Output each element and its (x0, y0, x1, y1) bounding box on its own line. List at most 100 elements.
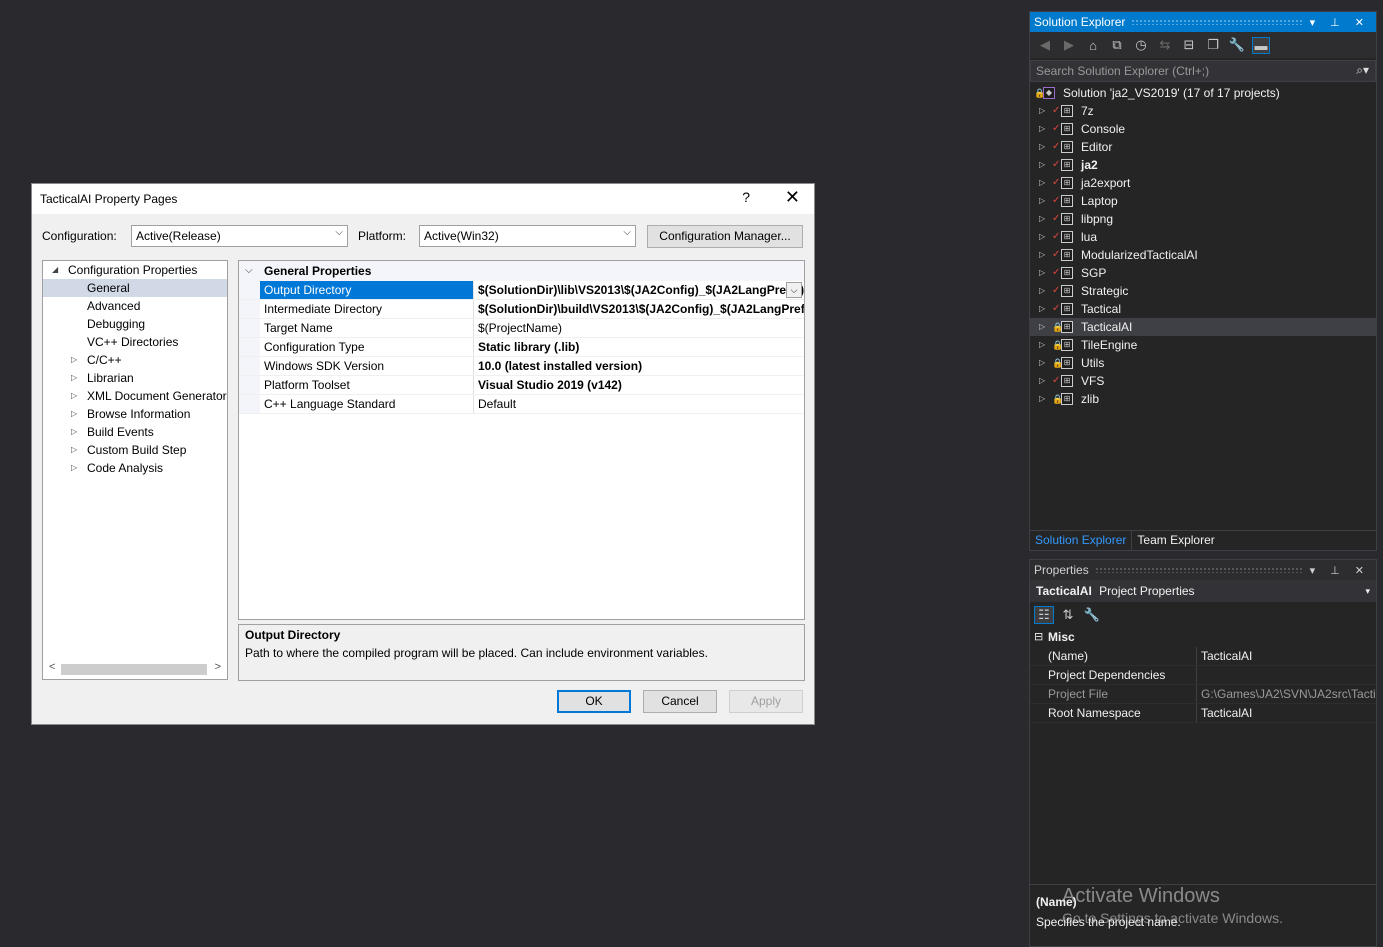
property-value[interactable]: TacticalAI (1197, 704, 1376, 722)
tree-item[interactable]: ▷ C/C++ (43, 351, 227, 369)
property-row[interactable]: C++ Language Standard Default (239, 395, 804, 414)
property-row[interactable]: Intermediate Directory $(SolutionDir)\bui… (239, 300, 804, 319)
property-value[interactable]: Visual Studio 2019 (v142) (474, 376, 804, 394)
property-value[interactable]: G:\Games\JA2\SVN\JA2src\TacticalAI (1197, 685, 1376, 703)
project-node[interactable]: ▷ ✓ ⊞ ja2 (1030, 156, 1376, 174)
property-row[interactable]: Windows SDK Version 10.0 (latest installe… (239, 357, 804, 376)
scroll-right-icon[interactable]: > (215, 661, 221, 673)
property-value[interactable]: Static library (.lib) (474, 338, 804, 356)
expand-icon[interactable]: ▷ (1039, 300, 1045, 318)
expand-icon[interactable]: ▷ (1039, 354, 1045, 372)
property-value[interactable] (1197, 666, 1376, 684)
preview-selected-icon[interactable]: ▬ (1252, 36, 1270, 54)
property-value[interactable]: 10.0 (latest installed version) (474, 357, 804, 375)
property-row[interactable]: Root Namespace TacticalAI (1030, 704, 1376, 723)
tree-expander-icon[interactable]: ◢ (52, 261, 58, 279)
tree-item[interactable]: VC++ Directories (43, 333, 227, 351)
alphabetical-icon[interactable]: ⇅ (1058, 607, 1078, 623)
expand-icon[interactable]: ▷ (1039, 246, 1045, 264)
tree-horizontal-scrollbar[interactable]: < > (45, 661, 225, 677)
chevron-down-icon[interactable]: ▾ (1365, 580, 1370, 602)
show-all-files-icon[interactable]: ❐ (1204, 37, 1222, 53)
property-name[interactable]: Project Dependencies (1030, 666, 1197, 684)
project-node[interactable]: ▷ 🔒 ⊞ TileEngine (1030, 336, 1376, 354)
header-grip[interactable] (1131, 19, 1304, 25)
property-value[interactable]: $(SolutionDir)\build\VS2013\$(JA2Config)… (474, 300, 804, 318)
categorized-icon[interactable]: ☷ (1034, 606, 1054, 624)
expand-icon[interactable]: ▷ (1039, 390, 1045, 408)
apply-button[interactable]: Apply (729, 690, 803, 713)
project-node[interactable]: ▷ 🔒 ⊞ Utils (1030, 354, 1376, 372)
header-buttons[interactable]: ▾ ⊥ ✕ (1310, 16, 1376, 29)
close-icon[interactable]: ✕ (785, 187, 800, 208)
solution-node[interactable]: 🔒 ◆ Solution 'ja2_VS2019' (17 of 17 proj… (1030, 84, 1376, 102)
collapse-all-icon[interactable]: ⊟ (1180, 37, 1198, 53)
tree-item[interactable]: ▷ Build Events (43, 423, 227, 441)
project-node[interactable]: ▷ 🔒 ⊞ TacticalAI (1030, 318, 1376, 336)
help-icon[interactable]: ? (742, 189, 750, 205)
property-name[interactable]: Project File (1030, 685, 1197, 703)
expand-icon[interactable]: ▷ (1039, 120, 1045, 138)
tab-team-explorer[interactable]: Team Explorer (1132, 531, 1219, 550)
tree-item[interactable]: Debugging (43, 315, 227, 333)
project-node[interactable]: ▷ ✓ ⊞ VFS (1030, 372, 1376, 390)
ok-button[interactable]: OK (557, 690, 631, 713)
expand-icon[interactable]: ▷ (1039, 336, 1045, 354)
tree-item[interactable]: Advanced (43, 297, 227, 315)
property-pages-icon[interactable]: 🔧 (1082, 607, 1102, 623)
tree-item[interactable]: General (43, 279, 227, 297)
project-node[interactable]: ▷ ✓ ⊞ SGP (1030, 264, 1376, 282)
tree-expander-icon[interactable]: ▷ (71, 405, 77, 423)
expand-icon[interactable]: ▷ (1039, 138, 1045, 156)
tab-solution-explorer[interactable]: Solution Explorer (1030, 531, 1133, 550)
property-name[interactable]: Target Name (260, 319, 474, 337)
property-row[interactable]: Output Directory $(SolutionDir)\lib\VS201… (239, 281, 804, 300)
cancel-button[interactable]: Cancel (643, 690, 717, 713)
project-node[interactable]: ▷ ✓ ⊞ Editor (1030, 138, 1376, 156)
collapse-chevron-icon[interactable]: ⌵ (245, 261, 253, 281)
property-name[interactable]: Intermediate Directory (260, 300, 474, 318)
expand-icon[interactable]: ▷ (1039, 192, 1045, 210)
project-node[interactable]: ▷ ✓ ⊞ Strategic (1030, 282, 1376, 300)
property-value[interactable]: TacticalAI (1197, 647, 1376, 665)
property-row[interactable]: Project Dependencies (1030, 666, 1376, 685)
tree-expander-icon[interactable]: ▷ (71, 441, 77, 459)
scroll-thumb[interactable] (61, 664, 207, 675)
collapse-icon[interactable]: ⊟ (1034, 628, 1043, 647)
project-node[interactable]: ▷ ✓ ⊞ ja2export (1030, 174, 1376, 192)
switch-views-icon[interactable]: ⧉ (1108, 37, 1126, 53)
project-node[interactable]: ▷ ✓ ⊞ lua (1030, 228, 1376, 246)
property-name[interactable]: Root Namespace (1030, 704, 1197, 722)
expand-icon[interactable]: ▷ (1039, 282, 1045, 300)
property-row[interactable]: Configuration Type Static library (.lib) (239, 338, 804, 357)
tree-expander-icon[interactable]: ▷ (71, 423, 77, 441)
grid-category-header[interactable]: ⌵ General Properties (239, 261, 804, 281)
configuration-select[interactable]: Active(Release) ⌵ (131, 225, 348, 247)
expand-icon[interactable]: ▷ (1039, 264, 1045, 282)
tree-expander-icon[interactable]: ▷ (71, 369, 77, 387)
expand-icon[interactable]: ▷ (1039, 228, 1045, 246)
property-name[interactable]: Platform Toolset (260, 376, 474, 394)
property-name[interactable]: (Name) (1030, 647, 1197, 665)
header-buttons[interactable]: ▾ ⊥ ✕ (1310, 564, 1376, 577)
property-row[interactable]: (Name) TacticalAI (1030, 647, 1376, 666)
value-dropdown-icon[interactable]: ⌵ (786, 282, 802, 298)
project-node[interactable]: ▷ ✓ ⊞ Console (1030, 120, 1376, 138)
tree-item[interactable]: ▷ Code Analysis (43, 459, 227, 477)
property-row[interactable]: Project File G:\Games\JA2\SVN\JA2src\Tact… (1030, 685, 1376, 704)
property-row[interactable]: Platform Toolset Visual Studio 2019 (v142… (239, 376, 804, 395)
scroll-left-icon[interactable]: < (49, 661, 55, 673)
home-icon[interactable]: ⌂ (1084, 38, 1102, 53)
solution-explorer-header[interactable]: Solution Explorer ▾ ⊥ ✕ (1030, 12, 1376, 32)
tree-item[interactable]: ▷ Librarian (43, 369, 227, 387)
search-icon[interactable]: ⌕▾ (1356, 63, 1369, 78)
misc-category[interactable]: ⊟ Misc (1030, 628, 1376, 647)
project-node[interactable]: ▷ ✓ ⊞ Tactical (1030, 300, 1376, 318)
forward-icon[interactable]: ▶ (1060, 37, 1078, 53)
expand-icon[interactable]: ▷ (1039, 156, 1045, 174)
tree-item[interactable]: ▷ Browse Information (43, 405, 227, 423)
expand-icon[interactable]: ▷ (1039, 210, 1045, 228)
tree-item[interactable]: ▷ Custom Build Step (43, 441, 227, 459)
property-name[interactable]: Windows SDK Version (260, 357, 474, 375)
header-grip[interactable] (1094, 567, 1304, 573)
